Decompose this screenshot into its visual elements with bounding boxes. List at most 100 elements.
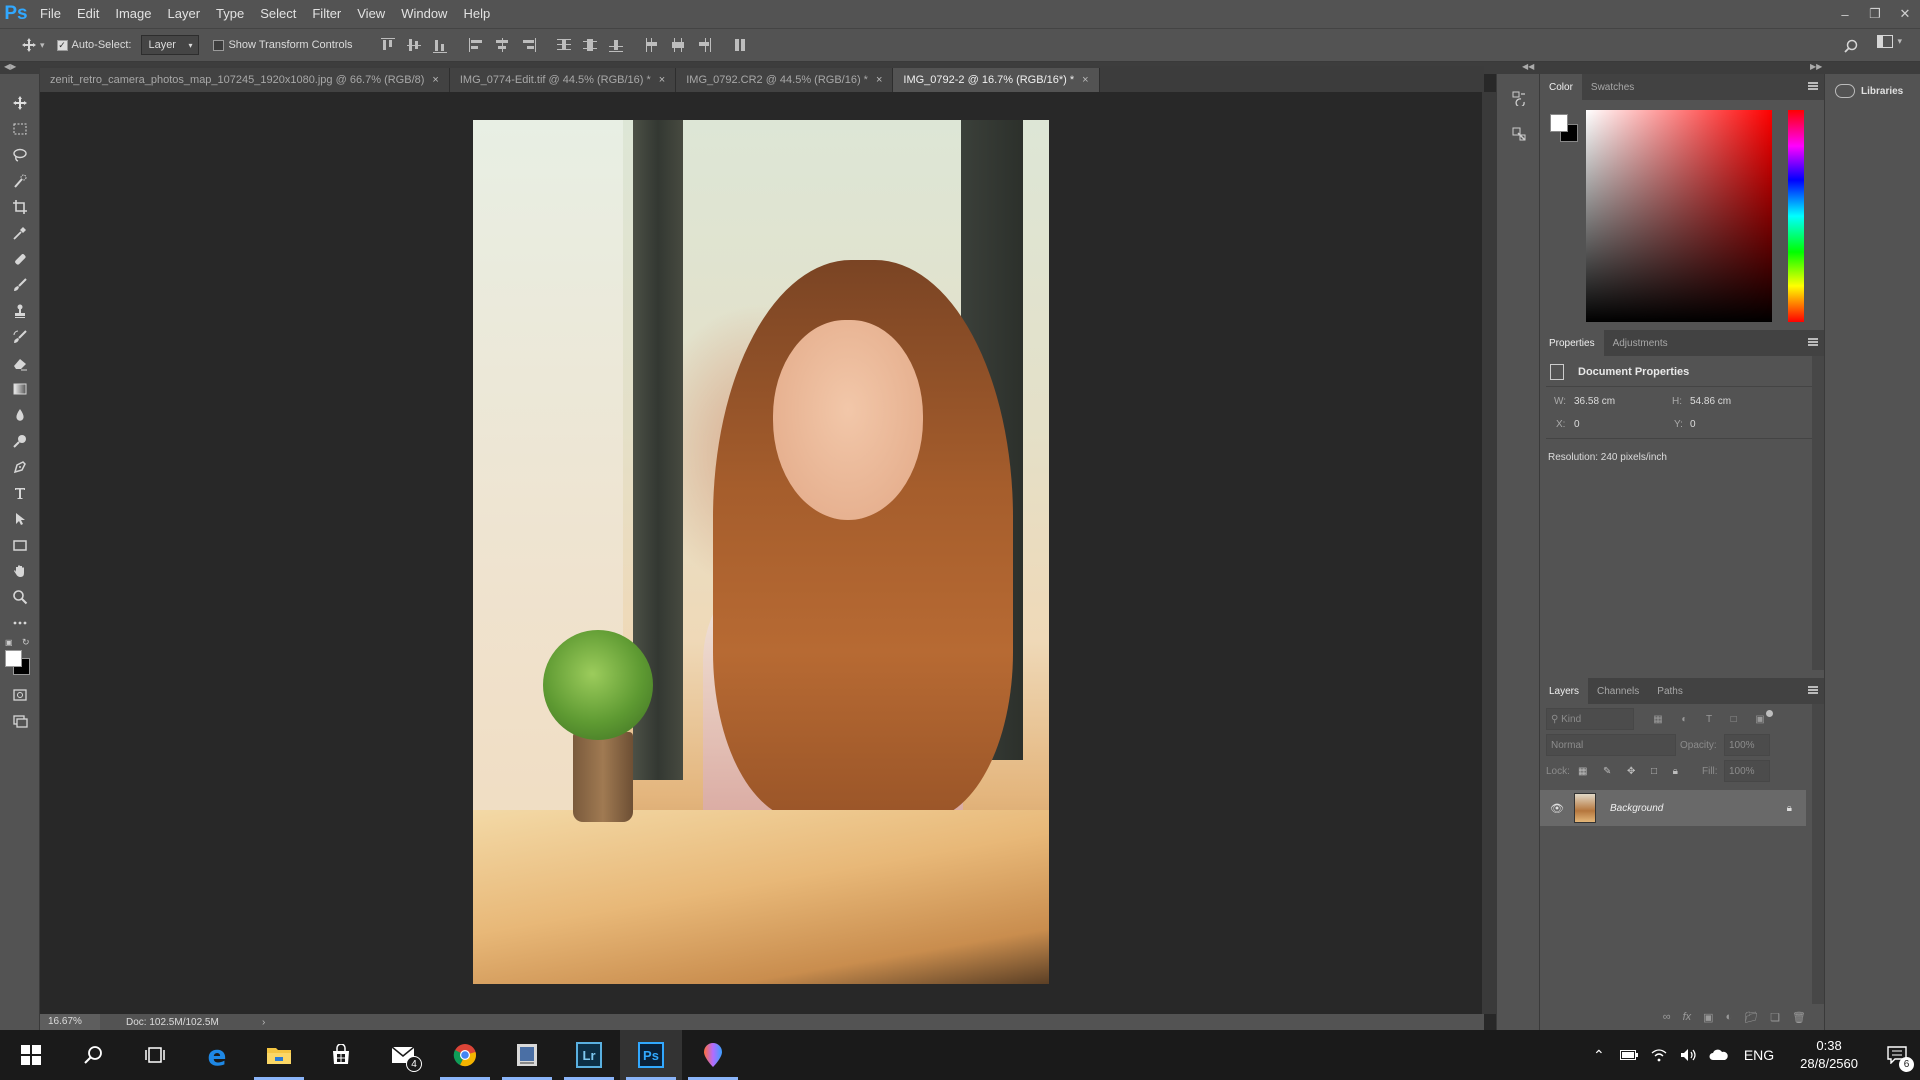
move-tool-icon[interactable]: [0, 90, 40, 116]
properties-scrollbar[interactable]: [1812, 356, 1824, 670]
canvas-area[interactable]: [40, 92, 1482, 1014]
language-indicator[interactable]: ENG: [1734, 1047, 1784, 1063]
auto-select-target-dropdown[interactable]: Layer ▾: [141, 35, 200, 55]
distribute-top-icon[interactable]: [555, 36, 573, 54]
wifi-icon[interactable]: [1644, 1048, 1674, 1062]
volume-icon[interactable]: [1674, 1048, 1704, 1062]
distribute-left-icon[interactable]: [643, 36, 661, 54]
tab-paths[interactable]: Paths: [1648, 678, 1692, 704]
search-icon[interactable]: [1840, 35, 1862, 57]
quick-selection-tool-icon[interactable]: [0, 168, 40, 194]
vertical-scrollbar[interactable]: [1482, 92, 1496, 1014]
panel-menu-icon[interactable]: [1808, 338, 1818, 346]
fill-input[interactable]: 100%: [1724, 760, 1770, 782]
chevron-right-icon[interactable]: ›: [262, 1017, 265, 1028]
lasso-tool-icon[interactable]: [0, 142, 40, 168]
tab-document-3[interactable]: IMG_0792.CR2 @ 44.5% (RGB/16) * ×: [676, 68, 894, 92]
menu-type[interactable]: Type: [208, 0, 252, 28]
layers-scrollbar[interactable]: [1812, 704, 1824, 1004]
new-group-icon[interactable]: 📁︎: [1744, 1011, 1758, 1024]
lock-icon[interactable]: 🔒︎: [1787, 803, 1792, 814]
more-tools-icon[interactable]: [0, 610, 40, 636]
eye-visibility-icon[interactable]: 👁︎: [1550, 802, 1564, 815]
tab-document-1[interactable]: zenit_retro_camera_photos_map_107245_192…: [40, 68, 450, 92]
swap-colors-icon[interactable]: ↻: [22, 637, 30, 648]
filter-adjustment-icon[interactable]: ◐: [1681, 714, 1687, 725]
tab-document-2[interactable]: IMG_0774-Edit.tif @ 44.5% (RGB/16) * ×: [449, 68, 677, 92]
properties-panel-icon[interactable]: [1497, 116, 1541, 152]
libraries-button[interactable]: Libraries: [1825, 74, 1920, 108]
dodge-tool-icon[interactable]: [0, 428, 40, 454]
filter-smart-object-icon[interactable]: ▣: [1755, 714, 1764, 725]
maps-pin-icon[interactable]: [682, 1030, 744, 1080]
filter-shape-icon[interactable]: □: [1731, 714, 1737, 725]
align-right-icon[interactable]: [519, 36, 537, 54]
opacity-input[interactable]: 100%: [1724, 734, 1770, 756]
clock[interactable]: 0:38 28/8/2560: [1784, 1037, 1874, 1073]
mail-icon[interactable]: 4: [372, 1030, 434, 1080]
edge-browser-icon[interactable]: e: [186, 1030, 248, 1080]
layer-style-icon[interactable]: fx: [1683, 1011, 1692, 1023]
gradient-tool-icon[interactable]: [0, 376, 40, 402]
y-value[interactable]: 0: [1690, 419, 1696, 430]
move-tool-preset-icon[interactable]: [18, 34, 40, 56]
width-value[interactable]: 36.58 cm: [1574, 396, 1615, 407]
align-left-icon[interactable]: [467, 36, 485, 54]
auto-align-icon[interactable]: [731, 36, 749, 54]
history-panel-icon[interactable]: [1497, 80, 1541, 116]
menu-image[interactable]: Image: [107, 0, 159, 28]
blur-tool-icon[interactable]: [0, 402, 40, 428]
filter-type-icon[interactable]: T: [1706, 714, 1712, 725]
photoshop-taskbar-icon[interactable]: Ps: [620, 1030, 682, 1080]
document-image[interactable]: [473, 120, 1049, 984]
chrome-icon[interactable]: [434, 1030, 496, 1080]
distribute-bottom-icon[interactable]: [607, 36, 625, 54]
add-mask-icon[interactable]: ▣: [1703, 1011, 1713, 1024]
hand-tool-icon[interactable]: [0, 558, 40, 584]
layer-row-background[interactable]: 👁︎ Background 🔒︎: [1540, 790, 1806, 826]
hue-slider[interactable]: [1788, 110, 1804, 322]
foreground-color-swatch[interactable]: [5, 650, 22, 667]
tab-swatches[interactable]: Swatches: [1582, 74, 1643, 100]
saturation-brightness-field[interactable]: [1586, 110, 1772, 322]
layer-filter-kind[interactable]: ⚲ Kind: [1546, 708, 1634, 730]
close-window-button[interactable]: ✕: [1890, 0, 1920, 28]
onedrive-cloud-icon[interactable]: [1704, 1049, 1734, 1061]
zoom-tool-icon[interactable]: [0, 584, 40, 610]
menu-filter[interactable]: Filter: [304, 0, 349, 28]
minimize-button[interactable]: –: [1830, 0, 1860, 28]
tab-document-4[interactable]: IMG_0792-2 @ 16.7% (RGB/16*) * ×: [893, 68, 1100, 92]
default-colors-icon[interactable]: ▣: [5, 638, 13, 647]
tab-layers[interactable]: Layers: [1540, 678, 1589, 704]
panel-menu-icon[interactable]: [1808, 686, 1818, 694]
file-explorer-icon[interactable]: [248, 1030, 310, 1080]
menu-window[interactable]: Window: [393, 0, 455, 28]
blend-mode-dropdown[interactable]: Normal: [1546, 734, 1676, 756]
menu-edit[interactable]: Edit: [69, 0, 107, 28]
clone-stamp-tool-icon[interactable]: [0, 298, 40, 324]
collapse-arrows-icon[interactable]: ◀▶: [4, 62, 16, 71]
lock-position-icon[interactable]: ✥: [1627, 766, 1635, 777]
panel-menu-icon[interactable]: [1808, 82, 1818, 90]
windows-start-icon[interactable]: [0, 1030, 62, 1080]
healing-brush-tool-icon[interactable]: [0, 246, 40, 272]
auto-select-checkbox[interactable]: ✓: [56, 39, 68, 51]
link-layers-icon[interactable]: ∞: [1663, 1011, 1671, 1023]
filter-toggle-icon[interactable]: [1766, 710, 1773, 717]
distribute-hcenter-icon[interactable]: [669, 36, 687, 54]
quick-mask-icon[interactable]: [0, 682, 40, 708]
tab-properties[interactable]: Properties: [1540, 330, 1604, 356]
height-value[interactable]: 54.86 cm: [1690, 396, 1731, 407]
filter-pixel-icon[interactable]: ▦: [1653, 714, 1662, 725]
task-view-icon[interactable]: [124, 1030, 186, 1080]
lock-all-icon[interactable]: 🔒︎: [1673, 766, 1678, 777]
lightroom-icon[interactable]: Lr: [558, 1030, 620, 1080]
store-icon[interactable]: [310, 1030, 372, 1080]
chevron-up-icon[interactable]: ⌃: [1584, 1047, 1614, 1064]
menu-file[interactable]: File: [32, 0, 69, 28]
eyedropper-tool-icon[interactable]: [0, 220, 40, 246]
lock-transparent-icon[interactable]: ▦: [1578, 766, 1587, 777]
foreground-color-swatch[interactable]: [1550, 114, 1568, 132]
close-icon[interactable]: ×: [876, 74, 882, 86]
lock-pixels-icon[interactable]: ✎: [1603, 766, 1611, 777]
